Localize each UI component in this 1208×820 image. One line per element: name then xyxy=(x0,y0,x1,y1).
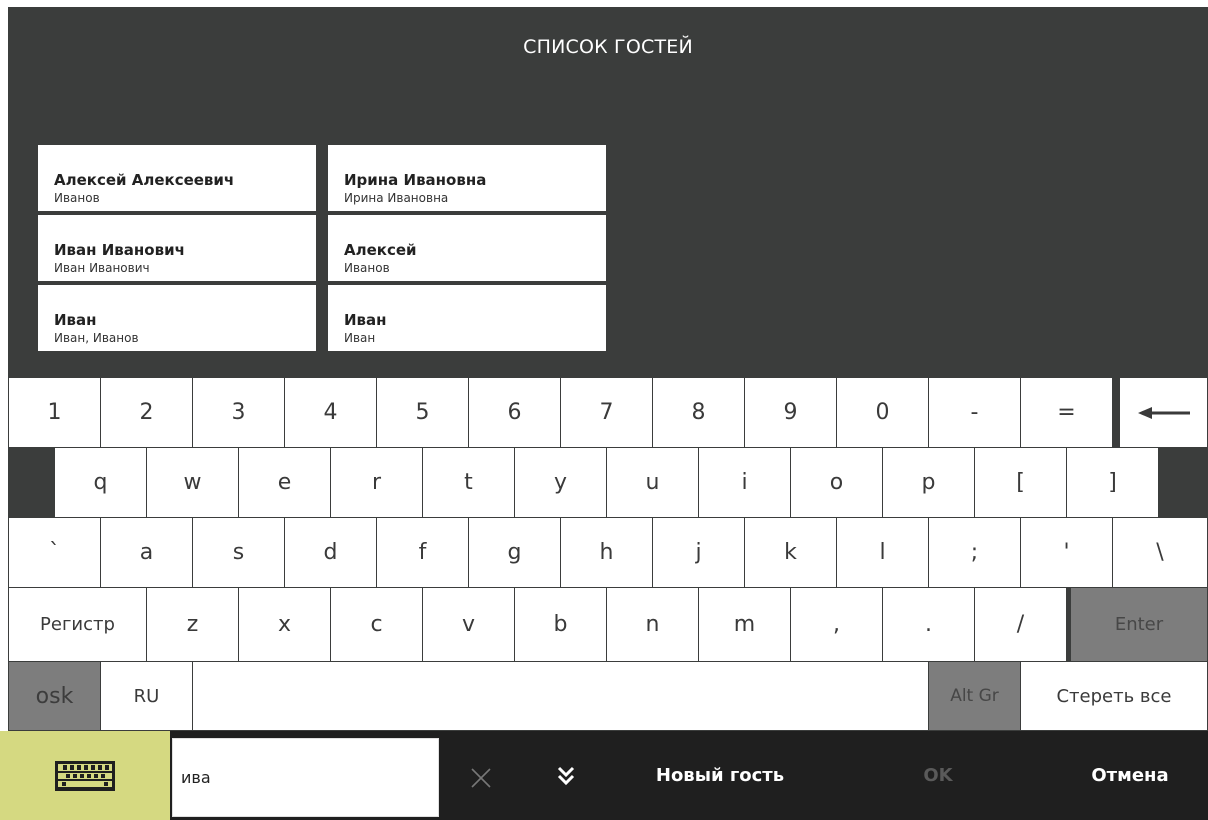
key-bracket-right[interactable]: ] xyxy=(1066,447,1159,518)
clear-all-key[interactable]: Стереть все xyxy=(1020,661,1208,731)
key-period[interactable]: . xyxy=(882,587,975,662)
key-b[interactable]: b xyxy=(514,587,607,662)
key-backslash[interactable]: \ xyxy=(1112,517,1208,588)
key-m[interactable]: m xyxy=(698,587,791,662)
key-slash[interactable]: / xyxy=(974,587,1067,662)
key-t[interactable]: t xyxy=(422,447,515,518)
guest-name: Иван xyxy=(344,311,387,329)
key-w[interactable]: w xyxy=(146,447,239,518)
key-5[interactable]: 5 xyxy=(376,377,469,448)
guest-card[interactable]: Иван Иванович Иван Иванович xyxy=(38,215,316,283)
expand-button[interactable] xyxy=(548,761,584,791)
key-k[interactable]: k xyxy=(744,517,837,588)
key-x[interactable]: x xyxy=(238,587,331,662)
guest-card[interactable]: Алексей Иванов xyxy=(328,215,606,283)
guest-name: Иван Иванович xyxy=(54,241,185,259)
guest-list-dialog: СПИСОК ГОСТЕЙ Алексей Алексеевич Иванов … xyxy=(0,0,1208,820)
key-l[interactable]: l xyxy=(836,517,929,588)
key-comma[interactable]: , xyxy=(790,587,883,662)
key-1[interactable]: 1 xyxy=(8,377,101,448)
osk-key[interactable]: osk xyxy=(8,661,101,731)
key-e[interactable]: e xyxy=(238,447,331,518)
key-d[interactable]: d xyxy=(284,517,377,588)
key-s[interactable]: s xyxy=(192,517,285,588)
guest-details: Иванов xyxy=(54,191,100,205)
key-g[interactable]: g xyxy=(468,517,561,588)
key-n[interactable]: n xyxy=(606,587,699,662)
key-9[interactable]: 9 xyxy=(744,377,837,448)
guest-details: Иван, Иванов xyxy=(54,331,139,345)
key-q[interactable]: q xyxy=(54,447,147,518)
alt-gr-key[interactable]: Alt Gr xyxy=(928,661,1021,731)
key-quote[interactable]: ' xyxy=(1020,517,1113,588)
key-r[interactable]: r xyxy=(330,447,423,518)
guest-card[interactable]: Иван Иван xyxy=(328,285,606,353)
guest-details: Ирина Ивановна xyxy=(344,191,449,205)
guest-card[interactable]: Ирина Ивановна Ирина Ивановна xyxy=(328,145,606,213)
key-backtick[interactable]: ` xyxy=(8,517,101,588)
key-f[interactable]: f xyxy=(376,517,469,588)
guest-details: Иван xyxy=(344,331,376,345)
key-a[interactable]: a xyxy=(100,517,193,588)
key-u[interactable]: u xyxy=(606,447,699,518)
key-minus[interactable]: - xyxy=(928,377,1021,448)
key-h[interactable]: h xyxy=(560,517,653,588)
close-icon xyxy=(471,768,491,788)
guest-card[interactable]: Алексей Алексеевич Иванов xyxy=(38,145,316,213)
keyboard-toggle-button[interactable] xyxy=(0,731,170,820)
backspace-key[interactable] xyxy=(1119,377,1208,448)
guest-details: Иван Иванович xyxy=(54,261,150,275)
backspace-arrow-icon xyxy=(1137,406,1190,419)
key-2[interactable]: 2 xyxy=(100,377,193,448)
key-7[interactable]: 7 xyxy=(560,377,653,448)
guest-details: Иванов xyxy=(344,261,390,275)
key-4[interactable]: 4 xyxy=(284,377,377,448)
new-guest-button[interactable]: Новый гость xyxy=(636,731,804,820)
key-j[interactable]: j xyxy=(652,517,745,588)
guest-search-input[interactable] xyxy=(172,738,439,817)
key-c[interactable]: c xyxy=(330,587,423,662)
key-0[interactable]: 0 xyxy=(836,377,929,448)
enter-key[interactable]: Enter xyxy=(1070,587,1208,662)
guest-name: Алексей Алексеевич xyxy=(54,171,235,189)
key-i[interactable]: i xyxy=(698,447,791,518)
clear-search-button[interactable] xyxy=(463,763,499,793)
key-8[interactable]: 8 xyxy=(652,377,745,448)
guest-name: Иван xyxy=(54,311,97,329)
key-o[interactable]: o xyxy=(790,447,883,518)
double-chevron-down-icon xyxy=(557,766,575,786)
shift-key[interactable]: Регистр xyxy=(8,587,147,662)
language-key[interactable]: RU xyxy=(100,661,193,731)
key-6[interactable]: 6 xyxy=(468,377,561,448)
guest-name: Алексей xyxy=(344,241,417,259)
guest-card[interactable]: Иван Иван, Иванов xyxy=(38,285,316,353)
guest-name: Ирина Ивановна xyxy=(344,171,487,189)
key-equals[interactable]: = xyxy=(1020,377,1113,448)
key-v[interactable]: v xyxy=(422,587,515,662)
key-z[interactable]: z xyxy=(146,587,239,662)
ok-button[interactable]: OK xyxy=(908,731,968,820)
key-3[interactable]: 3 xyxy=(192,377,285,448)
key-bracket-left[interactable]: [ xyxy=(974,447,1067,518)
space-key[interactable] xyxy=(192,661,929,731)
keyboard-icon xyxy=(55,760,115,791)
page-title: СПИСОК ГОСТЕЙ xyxy=(523,36,693,58)
cancel-button[interactable]: Отмена xyxy=(1072,731,1188,820)
key-semicolon[interactable]: ; xyxy=(928,517,1021,588)
key-y[interactable]: y xyxy=(514,447,607,518)
key-p[interactable]: p xyxy=(882,447,975,518)
